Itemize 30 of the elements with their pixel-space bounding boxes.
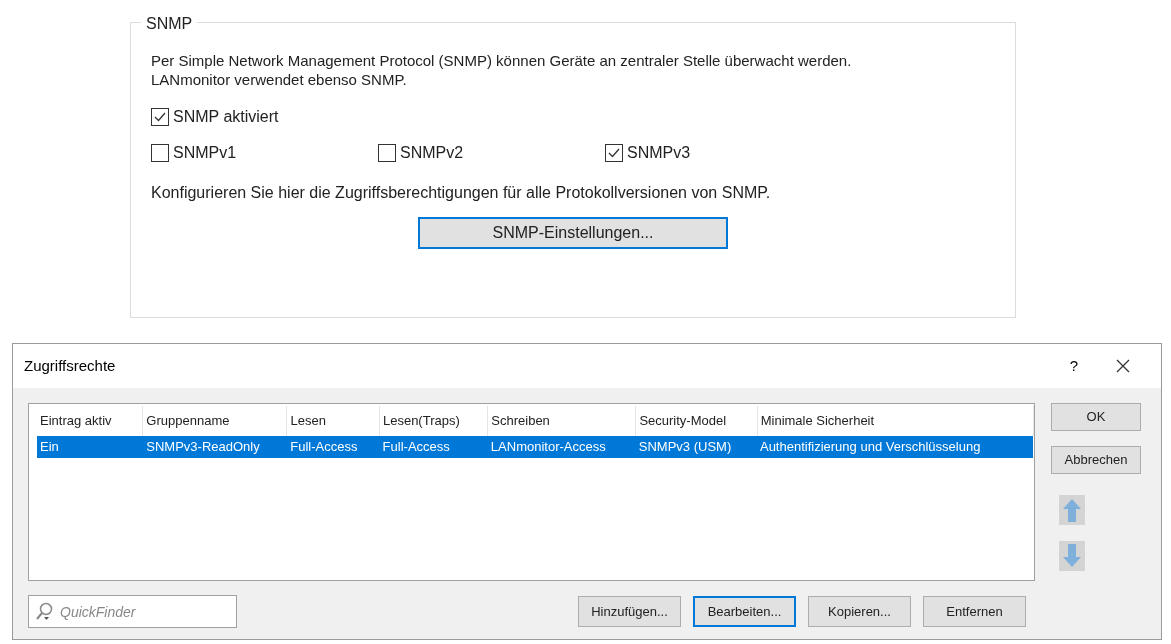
table-cell-text: Ein (39, 438, 60, 457)
checkbox-label[interactable]: SNMPv3 (627, 141, 691, 165)
table-cell-text: Authentifizierung und Verschlüsselung (758, 438, 982, 457)
dialog-button[interactable]: Bearbeiten... (693, 596, 796, 627)
checkbox[interactable] (151, 108, 169, 126)
dialog-button[interactable]: Hinzufügen... (578, 596, 681, 627)
checkbox-label[interactable]: SNMPv2 (400, 141, 464, 165)
search-icon (35, 601, 55, 621)
checkbox[interactable] (151, 144, 169, 162)
checkbox-label[interactable]: SNMPv1 (173, 141, 237, 165)
checkbox[interactable] (605, 144, 623, 162)
table-row[interactable]: Ein SNMPv3-ReadOnly Full-Access Full-Access LANmonitor-Access SNMPv3 (USM) Authentifizierung und Verschlüsselung (37, 436, 1033, 458)
checkbox[interactable] (378, 144, 396, 162)
dialog-button[interactable]: Kopieren... (808, 596, 911, 627)
table-cell-text: SNMPv3 (USM) (637, 438, 733, 457)
dialog-button[interactable]: Abbrechen (1051, 446, 1141, 474)
checkbox-label[interactable]: SNMP aktiviert (173, 105, 279, 129)
close-icon[interactable] (1116, 359, 1130, 373)
quickfinder-field[interactable]: QuickFinder (28, 595, 237, 628)
dialog-button[interactable]: Entfernen (923, 596, 1026, 627)
dialog-button[interactable]: OK (1051, 403, 1141, 431)
table-cell-text: SNMPv3-ReadOnly (145, 438, 261, 457)
hint-text: Konfigurieren Sie hier die Zugriffsberechtigungen für alle Protokollversionen von SNMP. (151, 183, 772, 203)
table-cell-text: LANmonitor-Access (489, 438, 607, 457)
snmp-settings-button[interactable]: SNMP-Einstellungen... (418, 217, 728, 249)
table-cell-text: Full-Access (289, 438, 359, 457)
dialog-title: Zugriffsrechte (24, 355, 116, 376)
table-cell-text: Full-Access (381, 438, 451, 457)
help-button[interactable]: ? (1064, 354, 1084, 378)
description-text: Per Simple Network Management Protocol (SNMP) können Geräte an zentraler Stelle überwacht werden. LANmonitor verwendet ebenso SNMP. (151, 51, 853, 89)
